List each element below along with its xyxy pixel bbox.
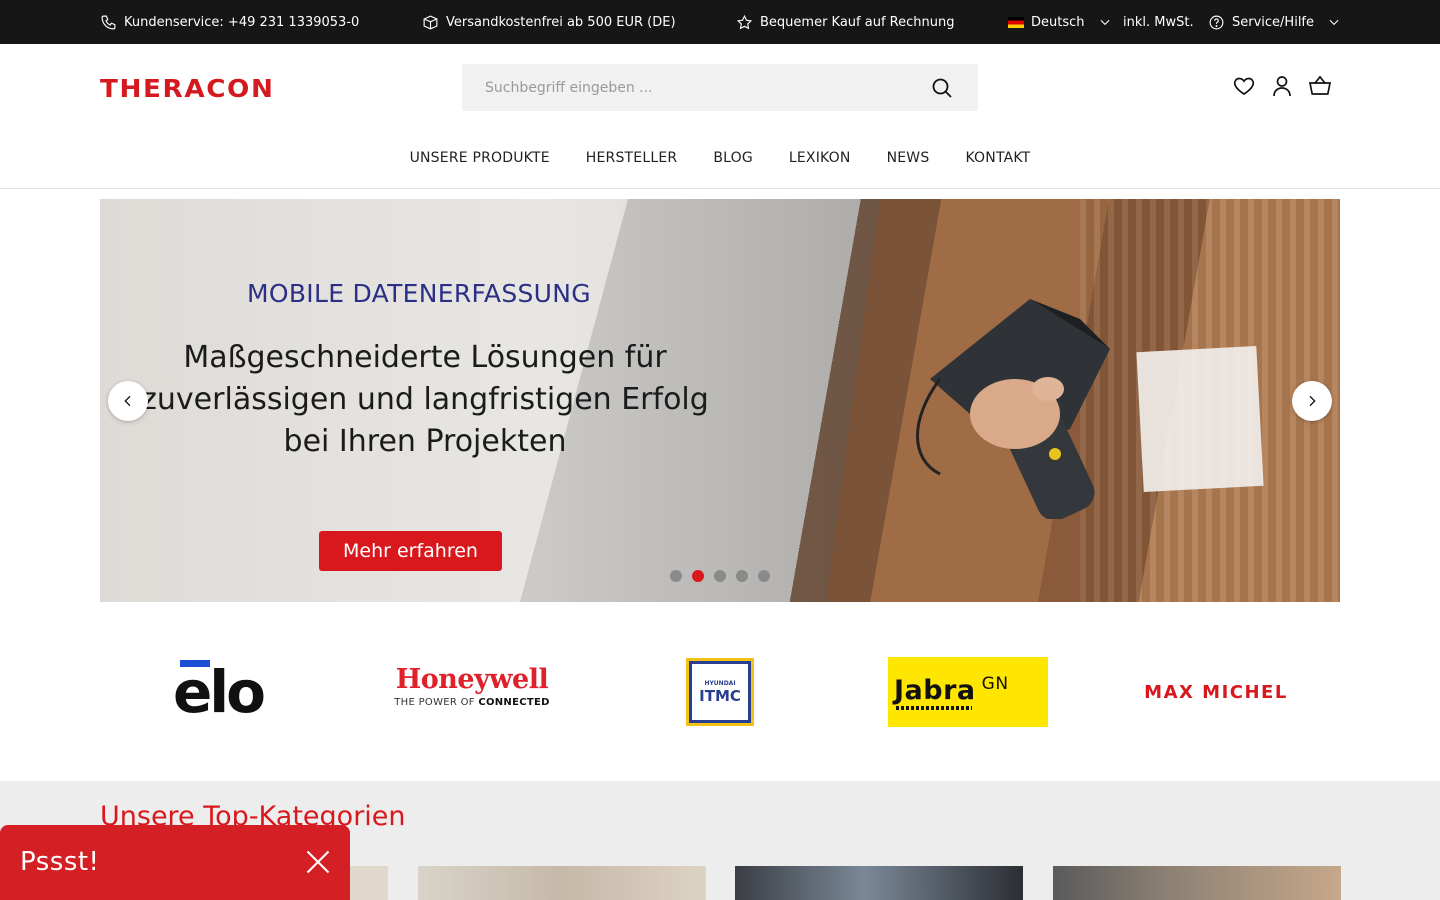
hero-kicker: MOBILE DATENERFASSUNG xyxy=(247,279,591,308)
close-icon[interactable] xyxy=(304,848,332,876)
package-icon xyxy=(423,15,438,29)
jabra-name: Jabra xyxy=(894,675,976,706)
max-michel-logo[interactable]: MAX MICHEL xyxy=(1135,680,1297,704)
honeywell-tagline-a: THE POWER OF xyxy=(394,697,479,708)
pssst-popup-text: Pssst! xyxy=(20,847,100,877)
tax-text: inkl. MwSt. xyxy=(1123,14,1194,30)
cart-basket-icon[interactable] xyxy=(1308,74,1332,98)
help-circle-icon xyxy=(1209,15,1224,29)
top-info-bar: Kundenservice: +49 231 1339053-0 Versand… xyxy=(0,0,1440,44)
slider-dot-1[interactable] xyxy=(670,570,682,582)
learn-more-button[interactable]: Mehr erfahren xyxy=(319,531,502,571)
chevron-down-icon xyxy=(1100,19,1109,26)
hyundai-itmc-logo[interactable]: HYUNDAI ITMC xyxy=(686,658,754,726)
honeywell-tagline-b: CONNECTED xyxy=(478,697,550,708)
category-card-4[interactable] xyxy=(1053,866,1341,900)
wishlist-heart-icon[interactable] xyxy=(1232,74,1256,98)
elo-logo[interactable]: elo xyxy=(173,660,266,724)
service-help-menu[interactable]: Service/Hilfe xyxy=(1208,0,1341,44)
slider-pagination xyxy=(670,570,770,582)
customer-service[interactable]: Kundenservice: +49 231 1339053-0 xyxy=(100,0,359,44)
brand-logos: elo Honeywell THE POWER OF CONNECTED HYU… xyxy=(100,640,1340,750)
jabra-gn-logo[interactable]: Jabra GN xyxy=(888,657,1048,727)
itmc-logo-inner: HYUNDAI ITMC xyxy=(692,664,748,720)
german-flag-icon xyxy=(1008,16,1024,28)
nav-news[interactable]: NEWS xyxy=(887,150,930,166)
jabra-gn: GN xyxy=(981,674,1009,694)
customer-service-text: Kundenservice: +49 231 1339053-0 xyxy=(124,14,360,30)
handheld-scanner-image xyxy=(916,299,1120,519)
header-divider xyxy=(0,188,1440,189)
invoice-info: Bequemer Kauf auf Rechnung xyxy=(736,0,954,44)
tax-info: inkl. MwSt. xyxy=(1123,0,1194,44)
hero-slider: MOBILE DATENERFASSUNG Maßgeschneiderte L… xyxy=(100,199,1340,602)
help-label: Service/Hilfe xyxy=(1232,14,1314,30)
category-card-3[interactable] xyxy=(735,866,1023,900)
header-actions xyxy=(1232,74,1332,98)
nav-blog[interactable]: BLOG xyxy=(713,150,753,166)
hero-headline: Maßgeschneiderte Lösungen für zuverlässi… xyxy=(141,340,709,459)
shipping-info: Versandkostenfrei ab 500 EUR (DE) xyxy=(422,0,676,44)
jabra-logo-dots xyxy=(896,706,972,710)
language-selector[interactable]: Deutsch xyxy=(1008,0,1112,44)
slider-dot-4[interactable] xyxy=(736,570,748,582)
search-bar xyxy=(462,64,978,111)
account-user-icon[interactable] xyxy=(1270,74,1294,98)
theracon-logo[interactable]: THERACON xyxy=(100,74,274,103)
chevron-left-icon xyxy=(124,395,131,407)
itmc-logo-text: ITMC xyxy=(699,686,741,705)
elo-logo-text: elo xyxy=(172,658,266,726)
jabra-logo-text: Jabra GN xyxy=(894,674,1009,706)
chevron-right-icon xyxy=(1309,395,1316,407)
slider-prev-button[interactable] xyxy=(108,381,148,421)
itmc-logo-hyundai: HYUNDAI xyxy=(704,679,736,687)
star-icon xyxy=(736,14,753,29)
shipping-text: Versandkostenfrei ab 500 EUR (DE) xyxy=(446,14,676,30)
slider-dot-3[interactable] xyxy=(714,570,726,582)
slider-dot-5[interactable] xyxy=(758,570,770,582)
nav-unsere-produkte[interactable]: UNSERE PRODUKTE xyxy=(410,150,550,166)
slider-next-button[interactable] xyxy=(1292,381,1332,421)
search-icon[interactable] xyxy=(930,76,954,100)
pssst-popup[interactable]: Pssst! xyxy=(0,825,350,900)
honeywell-logo-name: Honeywell xyxy=(395,664,549,695)
search-input[interactable] xyxy=(485,79,925,96)
slider-dot-2-active[interactable] xyxy=(692,570,704,582)
main-navigation: UNSERE PRODUKTE HERSTELLER BLOG LEXIKON … xyxy=(0,150,1440,166)
invoice-text: Bequemer Kauf auf Rechnung xyxy=(760,14,955,30)
honeywell-logo-tagline: THE POWER OF CONNECTED xyxy=(394,697,549,708)
nav-hersteller[interactable]: HERSTELLER xyxy=(586,150,678,166)
category-card-2[interactable] xyxy=(418,866,706,900)
nav-lexikon[interactable]: LEXIKON xyxy=(789,150,851,166)
chevron-down-icon xyxy=(1329,19,1339,26)
nav-kontakt[interactable]: KONTAKT xyxy=(965,150,1030,166)
honeywell-logo[interactable]: Honeywell THE POWER OF CONNECTED xyxy=(390,664,554,708)
language-label: Deutsch xyxy=(1031,14,1085,30)
elo-logo-bar xyxy=(180,660,210,667)
phone-icon xyxy=(101,15,116,29)
